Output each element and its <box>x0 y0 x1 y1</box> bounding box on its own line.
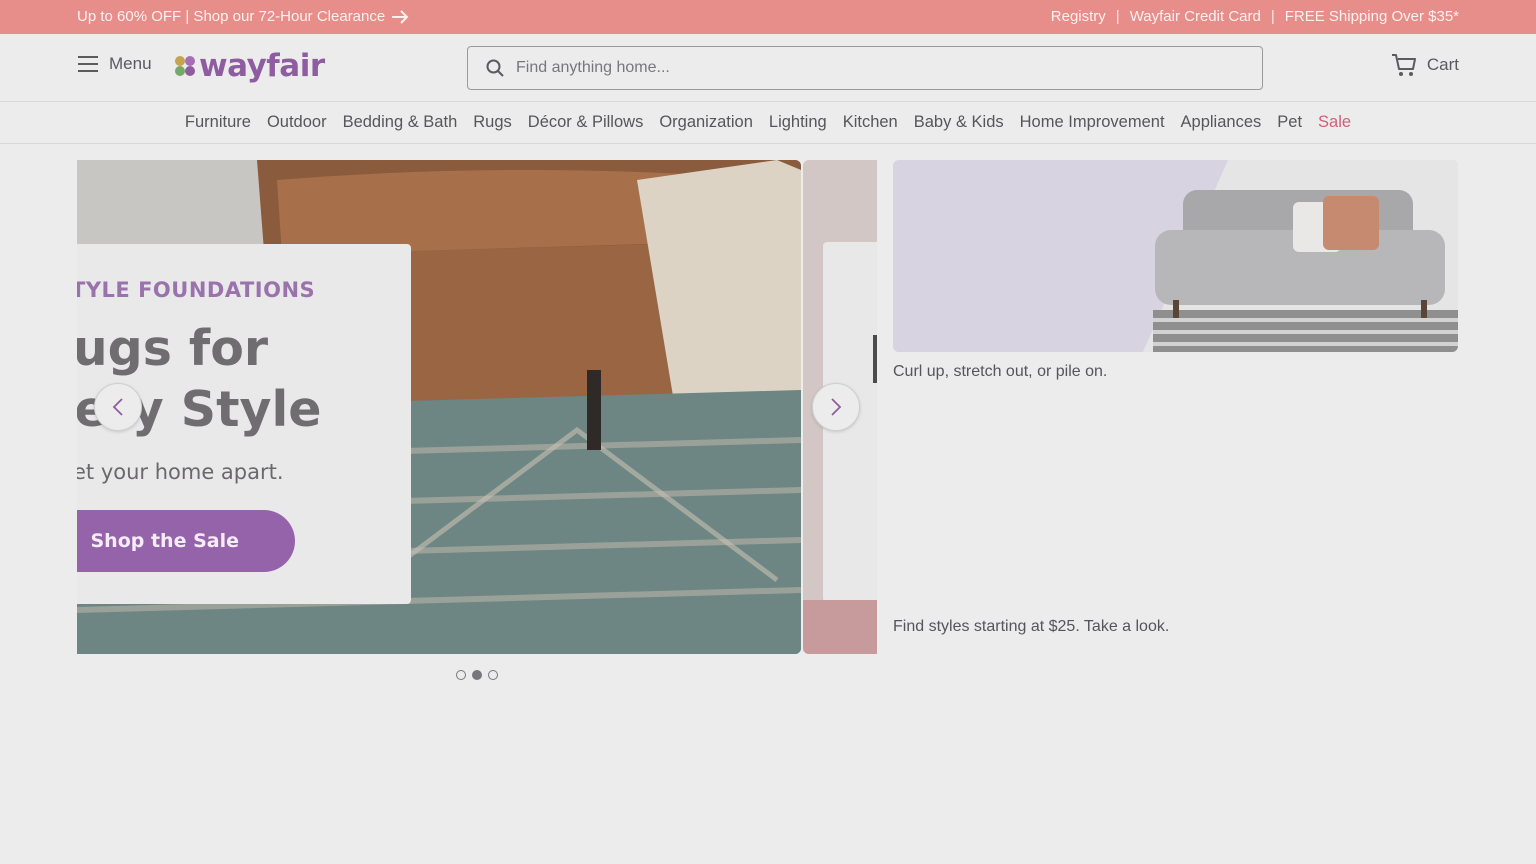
hero-subtext: et your home apart. <box>77 460 284 484</box>
headline-line-1: Rugs for <box>77 320 269 377</box>
carousel-dots <box>456 670 498 680</box>
cart-button[interactable]: Cart <box>1391 52 1459 78</box>
hamburger-icon <box>78 56 98 72</box>
category-decor-pillows[interactable]: Décor & Pillows <box>520 113 652 132</box>
registry-link[interactable]: Registry <box>1051 8 1106 25</box>
styles-caption: Find styles starting at $25. Take a look… <box>893 618 1170 635</box>
cart-label: Cart <box>1426 55 1459 74</box>
free-shipping-link[interactable]: FREE Shipping Over $35* <box>1285 8 1459 25</box>
cart-icon <box>1391 54 1416 76</box>
category-lighting[interactable]: Lighting <box>761 113 835 132</box>
category-outdoor[interactable]: Outdoor <box>259 113 335 132</box>
search-bar[interactable] <box>467 46 1263 90</box>
logo-pinwheel-icon <box>175 56 195 76</box>
sofa-caption: Curl up, stretch out, or pile on. <box>893 363 1108 380</box>
category-appliances[interactable]: Appliances <box>1173 113 1270 132</box>
promo-bar: Up to 60% OFF | Shop our 72-Hour Clearan… <box>0 0 1536 34</box>
category-baby-kids[interactable]: Baby & Kids <box>906 113 1012 132</box>
site-header: Menu wayfair Cart <box>0 34 1536 102</box>
category-rugs[interactable]: Rugs <box>465 113 520 132</box>
category-home-improvement[interactable]: Home Improvement <box>1012 113 1173 132</box>
divider: | <box>1270 8 1275 25</box>
sofa-promo-image[interactable] <box>893 160 1458 352</box>
carousel-prev-button[interactable] <box>94 383 142 431</box>
carousel-dot-2[interactable] <box>472 670 482 680</box>
category-nav: Furniture Outdoor Bedding & Bath Rugs Dé… <box>0 102 1536 144</box>
hero-carousel: TYLE FOUNDATIONS Rugs for Every Style et… <box>77 160 877 654</box>
arrow-right-icon <box>392 9 409 24</box>
category-bedding-bath[interactable]: Bedding & Bath <box>335 113 466 132</box>
hero-kicker: TYLE FOUNDATIONS <box>77 278 316 302</box>
menu-button[interactable]: Menu <box>77 54 152 74</box>
category-furniture[interactable]: Furniture <box>177 113 259 132</box>
category-pet[interactable]: Pet <box>1269 113 1310 132</box>
carousel-dot-1[interactable] <box>456 670 466 680</box>
menu-label: Menu <box>109 54 152 73</box>
gray-sofa-image <box>893 160 1458 352</box>
category-kitchen[interactable]: Kitchen <box>835 113 906 132</box>
carousel-next-button[interactable] <box>812 383 860 431</box>
category-sale[interactable]: Sale <box>1310 113 1359 132</box>
chevron-right-icon <box>831 398 842 416</box>
credit-card-link[interactable]: Wayfair Credit Card <box>1130 8 1261 25</box>
shop-the-sale-button[interactable]: Shop the Sale <box>77 510 295 572</box>
category-organization[interactable]: Organization <box>651 113 761 132</box>
chevron-left-icon <box>112 398 123 416</box>
divider: | <box>1115 8 1120 25</box>
carousel-dot-3[interactable] <box>488 670 498 680</box>
search-icon <box>486 59 504 77</box>
wayfair-logo[interactable]: wayfair <box>174 48 325 84</box>
clearance-link[interactable]: Up to 60% OFF | Shop our 72-Hour Clearan… <box>77 8 409 25</box>
search-input[interactable] <box>516 59 1216 77</box>
hero-slide[interactable]: TYLE FOUNDATIONS Rugs for Every Style et… <box>77 160 801 654</box>
clearance-text[interactable]: Up to 60% OFF | Shop our 72-Hour Clearan… <box>77 8 385 25</box>
logo-wordmark: wayfair <box>199 48 325 84</box>
